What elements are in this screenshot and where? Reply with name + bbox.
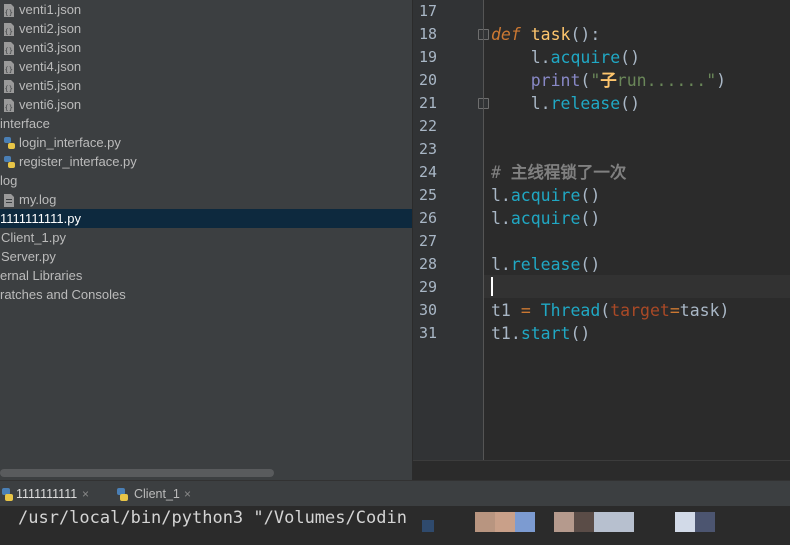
close-icon[interactable]: × xyxy=(184,481,191,507)
editor-bottom-strip xyxy=(413,460,790,480)
line-number: 20 xyxy=(419,71,438,89)
tree-item-label: ernal Libraries xyxy=(0,268,83,283)
json-file-icon: {} xyxy=(3,98,15,112)
tree-item[interactable]: 1111111111.py xyxy=(0,209,412,228)
line-number: 22 xyxy=(419,117,438,135)
line-number: 17 xyxy=(419,2,438,20)
code-line-30: t1 = Thread(target=task) xyxy=(491,301,730,320)
tree-item-label: register_interface.py xyxy=(19,154,137,169)
json-file-icon: {} xyxy=(3,79,15,93)
json-file-icon: {} xyxy=(3,41,15,55)
code-line-31: t1.start() xyxy=(491,324,591,343)
tree-item[interactable]: {} venti6.json xyxy=(0,95,412,114)
run-tab-label: Client_1 xyxy=(134,487,180,501)
tree-item[interactable]: register_interface.py xyxy=(0,152,412,171)
tree-item-label: my.log xyxy=(19,192,57,207)
code-line-25: l.acquire() xyxy=(491,186,601,205)
tree-item[interactable]: interface xyxy=(0,114,412,133)
code-line-26: l.acquire() xyxy=(491,209,601,228)
console-output: /usr/local/bin/python3 "/Volumes/Codin xyxy=(18,508,407,528)
tree-item-label: log xyxy=(0,173,18,188)
python-icon xyxy=(2,488,13,501)
line-number: 26 xyxy=(419,209,438,227)
tree-item[interactable]: ratches and Consoles xyxy=(0,285,412,304)
horizontal-scrollbar[interactable] xyxy=(0,469,274,477)
tree-item-label: interface xyxy=(0,116,50,131)
tree-item-label: ratches and Consoles xyxy=(0,287,126,302)
code-line-21: l.release() xyxy=(530,94,641,113)
line-number: 24 xyxy=(419,163,438,181)
tree-item[interactable]: {} venti3.json xyxy=(0,38,412,57)
line-number: 23 xyxy=(419,140,438,158)
run-tab-client-1[interactable]: Client_1 × xyxy=(114,481,204,507)
python-icon xyxy=(117,488,128,501)
svg-text:{}: {} xyxy=(5,47,13,55)
right-margin-guide xyxy=(483,0,484,460)
tree-item[interactable]: {} venti5.json xyxy=(0,76,412,95)
tree-item[interactable]: Server.py xyxy=(0,247,412,266)
line-number: 19 xyxy=(419,48,438,66)
tree-item[interactable]: {} venti1.json xyxy=(0,0,412,19)
tree-item-label: venti1.json xyxy=(19,2,82,17)
python-file-icon xyxy=(3,155,15,168)
tree-item[interactable]: Client_1.py xyxy=(0,228,412,247)
tree-item-label: venti2.json xyxy=(19,21,82,36)
line-number: 27 xyxy=(419,232,438,250)
tree-item[interactable]: my.log xyxy=(0,190,412,209)
code-line-18: def task(): xyxy=(491,25,601,44)
tree-item[interactable]: log xyxy=(0,171,412,190)
svg-text:{}: {} xyxy=(5,104,13,112)
line-number: 21 xyxy=(419,94,438,112)
json-file-icon: {} xyxy=(3,22,15,36)
tree-item-label: 1111111111.py xyxy=(0,211,81,226)
svg-text:{}: {} xyxy=(5,85,13,93)
code-line-28: l.release() xyxy=(491,255,601,274)
close-icon[interactable]: × xyxy=(82,481,89,507)
line-number: 25 xyxy=(419,186,438,204)
code-line-20: print("子run......") xyxy=(530,71,727,90)
line-number: 31 xyxy=(419,324,438,342)
svg-text:{}: {} xyxy=(5,9,13,17)
code-line-24: # 主线程锁了一次 xyxy=(491,163,627,182)
tree-item[interactable]: {} venti2.json xyxy=(0,19,412,38)
text-file-icon xyxy=(3,193,15,207)
run-tab-bar: 1111111111 × Client_1 × xyxy=(0,480,790,507)
json-file-icon: {} xyxy=(3,60,15,74)
tree-item[interactable]: ernal Libraries xyxy=(0,266,412,285)
tree-item-label: Client_1.py xyxy=(1,230,67,245)
line-number: 18 xyxy=(419,25,438,43)
tree-item[interactable]: login_interface.py xyxy=(0,133,412,152)
run-tab-label: 1111111111 xyxy=(16,487,78,501)
tree-item-label: venti6.json xyxy=(19,97,82,112)
svg-text:{}: {} xyxy=(5,28,13,36)
line-number-gutter: 17 18 19 20 21 22 23 24 25 26 27 28 29 30 31 xyxy=(413,0,489,460)
run-console[interactable]: /usr/local/bin/python3 "/Volumes/Codin xyxy=(0,506,790,545)
tree-item-label: login_interface.py xyxy=(19,135,121,150)
json-file-icon: {} xyxy=(3,3,15,17)
line-number: 29 xyxy=(419,278,438,296)
python-file-icon xyxy=(3,136,15,149)
text-caret xyxy=(491,277,493,296)
line-number: 28 xyxy=(419,255,438,273)
project-panel: {} venti1.json{} venti2.json{} venti3.json{… xyxy=(0,0,412,480)
code-editor[interactable]: 17 18 19 20 21 22 23 24 25 26 27 28 29 30 31 def task(… xyxy=(413,0,790,480)
svg-text:{}: {} xyxy=(5,66,13,74)
tree-item-label: Server.py xyxy=(1,249,56,264)
tree-item[interactable]: {} venti4.json xyxy=(0,57,412,76)
run-tab-1111111111[interactable]: 1111111111 × xyxy=(0,481,100,507)
tree-item-label: venti4.json xyxy=(19,59,82,74)
tree-item-label: venti3.json xyxy=(19,40,82,55)
code-line-19: l.acquire() xyxy=(530,48,641,67)
tree-item-label: venti5.json xyxy=(19,78,82,93)
line-number: 30 xyxy=(419,301,438,319)
